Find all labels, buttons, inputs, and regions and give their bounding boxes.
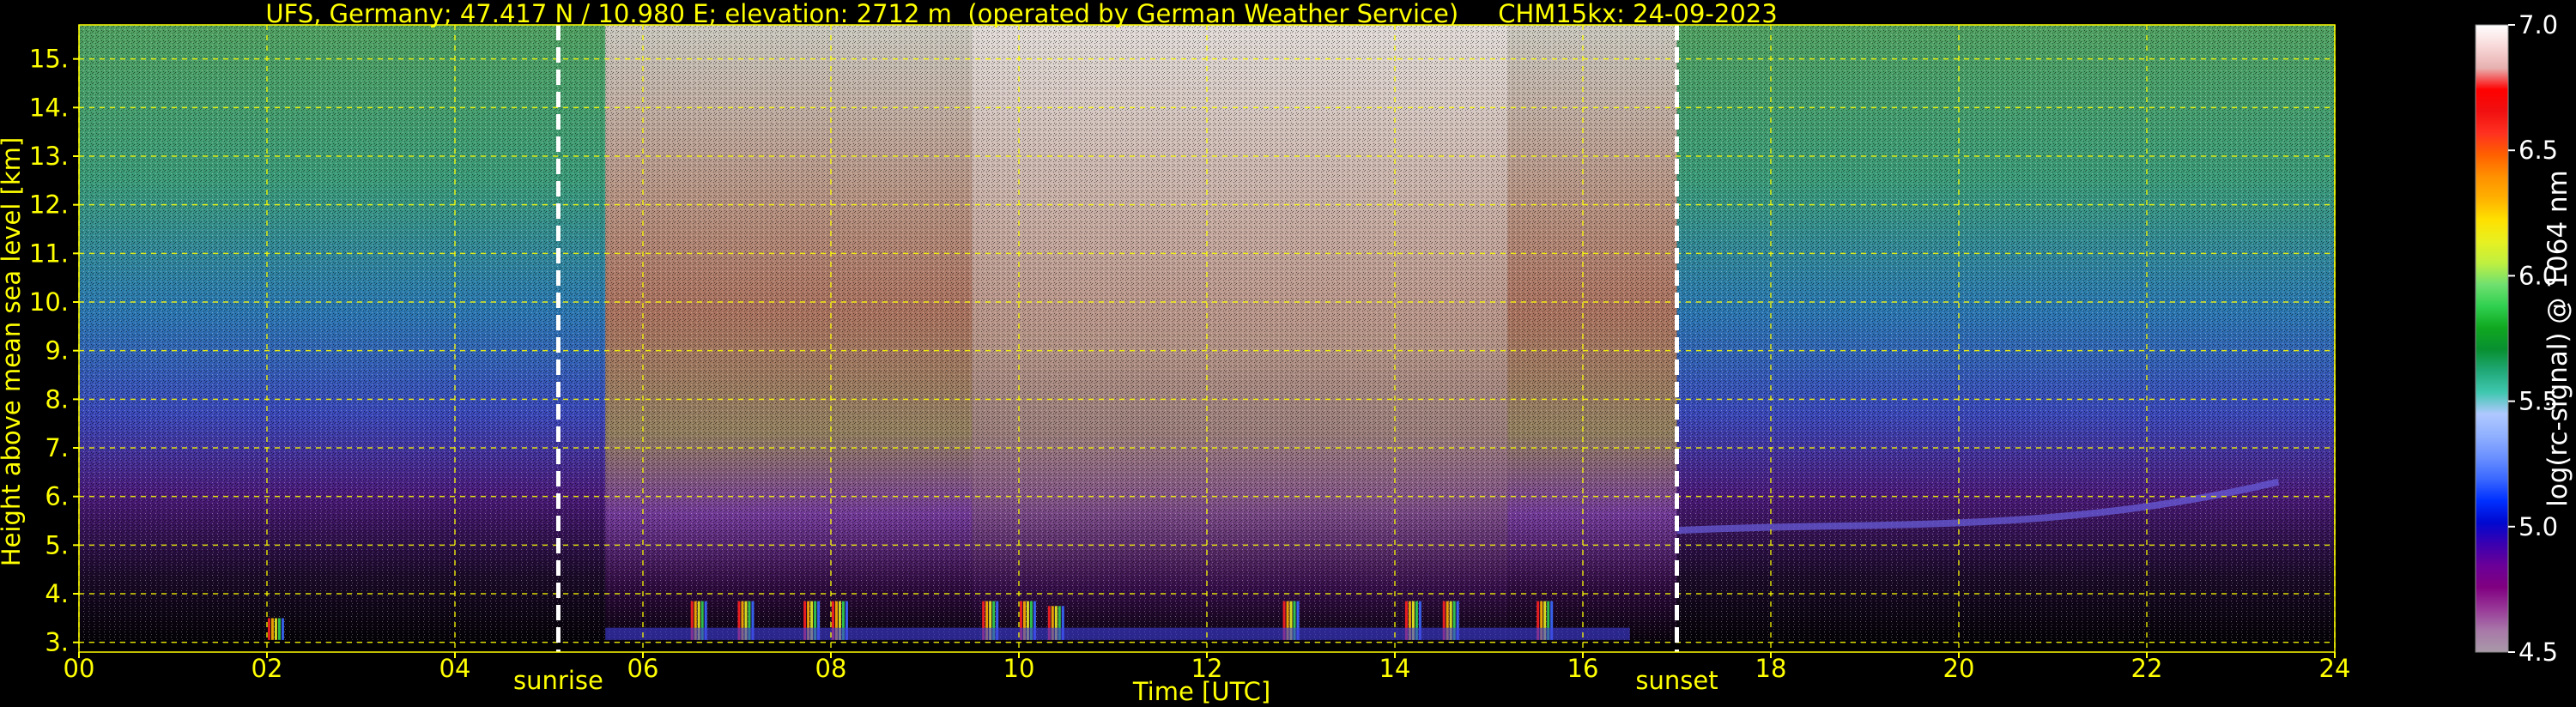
plot-area [78, 24, 2336, 653]
x-axis-label: Time [UTC] [1132, 677, 1270, 706]
y-tick-label: 15. [29, 45, 69, 74]
chart-title: UFS, Germany; 47.417 N / 10.980 E; eleva… [265, 0, 1777, 28]
boundary-layer-band [605, 627, 1630, 640]
y-tick-label: 10. [29, 287, 69, 317]
cloud-event-mark [267, 618, 270, 640]
y-axis-ticks: 3. 4. 5. 6. 7. 8. 9. 10. 11. 12. 13. 14. 15. [29, 45, 79, 657]
y-tick-label: 11. [29, 239, 69, 268]
y-tick-label: 14. [29, 93, 69, 122]
colorbar-tick-label: 6.5 [2518, 136, 2558, 165]
x-tick-label: 04 [439, 654, 471, 683]
y-tick-label: 13. [29, 142, 69, 171]
colorbar-label: log(rc-signal) @ 1064 nm [2543, 170, 2573, 507]
y-tick-label: 12. [29, 190, 69, 220]
y-tick-label: 5. [45, 530, 69, 559]
colorbar: 4.55.05.56.06.57.0 log(rc-signal) @ 1064… [2475, 10, 2573, 667]
x-tick-label: 24 [2319, 654, 2351, 683]
ceilometer-chart: 3. 4. 5. 6. 7. 8. 9. 10. 11. 12. 13. 14. 15. 00 02 04 0… [0, 0, 2573, 706]
y-tick-label: 9. [45, 336, 69, 366]
cloud-event-mark [277, 618, 281, 640]
colorbar-tick-label: 5.0 [2518, 512, 2558, 541]
x-tick-label: 20 [1943, 654, 1975, 683]
sunrise-label: sunrise [513, 666, 603, 695]
x-tick-label: 10 [1003, 654, 1035, 683]
x-tick-label: 00 [64, 654, 95, 683]
x-tick-label: 06 [627, 654, 659, 683]
y-tick-label: 6. [45, 482, 69, 511]
x-tick-label: 02 [252, 654, 283, 683]
y-axis-label: Height above mean sea level [km] [0, 137, 26, 566]
y-tick-label: 3. [45, 628, 69, 657]
colorbar-scale [2475, 24, 2509, 653]
x-tick-label: 22 [2131, 654, 2163, 683]
x-tick-label: 08 [815, 654, 847, 683]
colorbar-tick-label: 7.0 [2518, 10, 2558, 39]
x-tick-label: 18 [1755, 654, 1787, 683]
cloud-event-mark [281, 618, 284, 640]
colorbar-tick-label: 4.5 [2518, 638, 2558, 667]
cloud-event-mark [270, 618, 274, 640]
y-tick-label: 4. [45, 579, 69, 608]
y-tick-label: 7. [45, 433, 69, 462]
y-tick-label: 8. [45, 384, 69, 414]
x-tick-label: 16 [1567, 654, 1599, 683]
x-tick-label: 14 [1379, 654, 1411, 683]
cloud-event-mark [274, 618, 277, 640]
sunset-label: sunset [1635, 666, 1718, 695]
